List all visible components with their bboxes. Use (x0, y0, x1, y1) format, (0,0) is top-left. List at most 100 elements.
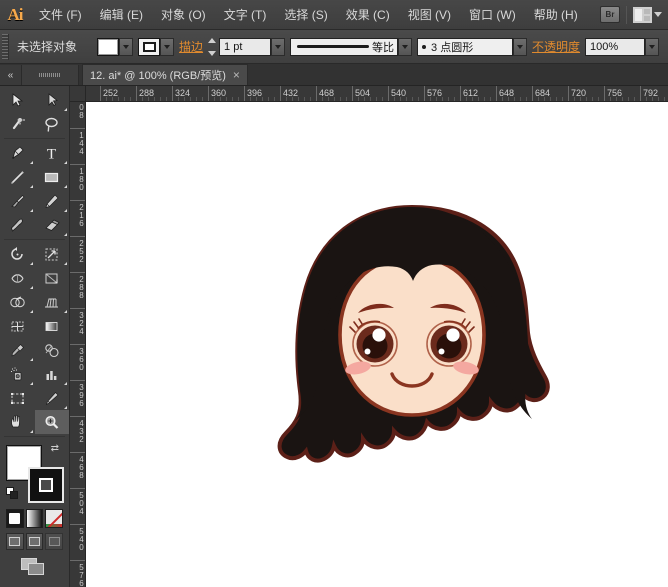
tool-gradient[interactable] (35, 314, 70, 338)
fullscreen-mode-button[interactable] (45, 533, 63, 550)
tool-artboard[interactable] (0, 386, 35, 410)
tool-free-transform[interactable] (35, 266, 70, 290)
opacity-panel-link[interactable]: 不透明度 (532, 38, 580, 55)
profile-dropdown-button[interactable] (398, 38, 412, 56)
control-bar-grip[interactable] (2, 34, 9, 60)
stroke-weight-control[interactable]: 1 pt (208, 38, 285, 56)
tool-rotate[interactable] (0, 242, 35, 266)
vertical-ruler[interactable]: 1081441802162522883243603964324685045405… (70, 86, 86, 587)
ruler-minor-tick (190, 97, 191, 101)
tool-direct-selection[interactable] (35, 88, 70, 112)
tool-mesh[interactable] (0, 314, 35, 338)
brush-definition-field[interactable]: 3 点圆形 (417, 38, 513, 56)
menu-item-effect[interactable]: 效果 (C) (337, 0, 399, 30)
tool-perspective-grid[interactable] (35, 290, 70, 314)
ruler-minor-tick (166, 97, 167, 101)
ruler-minor-tick (430, 97, 431, 101)
ruler-label: 684 (532, 89, 550, 98)
tool-line-segment[interactable] (0, 165, 35, 189)
fill-dropdown-button[interactable] (119, 38, 133, 56)
tool-paintbrush[interactable] (0, 189, 35, 213)
tool-hand[interactable] (0, 410, 35, 434)
change-screen-mode-icon[interactable] (21, 558, 49, 578)
tool-lasso[interactable] (35, 112, 70, 136)
menu-item-window[interactable]: 窗口 (W) (460, 0, 525, 30)
menu-item-edit[interactable]: 编辑 (E) (91, 0, 152, 30)
ruler-label: 288 (136, 89, 154, 98)
tool-eraser[interactable] (35, 213, 70, 237)
menu-item-select[interactable]: 选择 (S) (275, 0, 336, 30)
tool-rectangle[interactable] (35, 165, 70, 189)
brush-definition-control[interactable]: 3 点圆形 (417, 38, 527, 56)
tool-eyedropper[interactable] (0, 338, 35, 362)
stroke-color-control[interactable] (138, 38, 174, 56)
menu-item-help[interactable]: 帮助 (H) (525, 0, 587, 30)
ruler-minor-tick (586, 97, 587, 101)
menu-item-file[interactable]: 文件 (F) (30, 0, 91, 30)
cartoon-girl-face-artwork[interactable] (262, 201, 562, 484)
tool-type[interactable]: T (35, 141, 70, 165)
none-mode-button[interactable] (45, 509, 63, 528)
tool-symbol-sprayer[interactable] (0, 362, 35, 386)
ruler-minor-tick (664, 97, 665, 101)
dock-grip[interactable] (22, 65, 79, 85)
default-fill-stroke-icon[interactable] (6, 487, 19, 500)
tool-flyout-indicator (30, 382, 33, 385)
stroke-swatch[interactable] (138, 38, 160, 56)
ruler-label: 288 (71, 275, 85, 299)
normal-screen-mode-button[interactable] (6, 533, 24, 550)
tool-slice[interactable] (35, 386, 70, 410)
swap-fill-stroke-icon[interactable]: ⇄ (51, 443, 59, 454)
fullscreen-menubar-mode-button[interactable] (26, 533, 44, 550)
variable-width-profile-field[interactable]: 等比 (290, 38, 398, 56)
tool-width[interactable] (0, 266, 35, 290)
tool-blend[interactable] (35, 338, 70, 362)
tool-selection[interactable] (0, 88, 35, 112)
tool-column-graph[interactable] (35, 362, 70, 386)
color-mode-button[interactable] (6, 509, 24, 528)
document-tab[interactable]: 12. ai* @ 100% (RGB/预览) × (82, 64, 248, 85)
ruler-minor-tick (214, 97, 215, 101)
gradient-mode-button[interactable] (26, 509, 44, 528)
tool-blob-brush[interactable] (0, 213, 35, 237)
stroke-weight-stepper[interactable] (208, 38, 219, 56)
chevron-down-icon (517, 45, 523, 49)
stroke-color-swatch[interactable] (28, 467, 64, 503)
arrange-documents-button[interactable] (633, 7, 662, 23)
ruler-minor-tick (286, 97, 287, 101)
fill-swatch[interactable] (97, 38, 119, 56)
tool-scale[interactable] (35, 242, 70, 266)
close-icon[interactable]: × (233, 69, 240, 81)
horizontal-ruler[interactable]: 2522883243603964324685045405766126486847… (86, 86, 668, 102)
menu-item-object[interactable]: 对象 (O) (152, 0, 215, 30)
menu-item-view[interactable]: 视图 (V) (399, 0, 460, 30)
menu-item-type[interactable]: 文字 (T) (215, 0, 276, 30)
tool-shape-builder[interactable] (0, 290, 35, 314)
ruler-origin-box[interactable] (70, 86, 86, 102)
variable-width-profile-control[interactable]: 等比 (290, 38, 412, 56)
brush-dropdown-button[interactable] (513, 38, 527, 56)
stroke-weight-input[interactable]: 1 pt (219, 38, 271, 56)
ruler-minor-tick (298, 97, 299, 101)
tool-flyout-indicator (64, 310, 67, 313)
ruler-label: 432 (71, 419, 85, 443)
ruler-label: 540 (71, 527, 85, 551)
artboard-canvas[interactable] (86, 102, 668, 587)
collapse-panel-button[interactable]: « (0, 65, 22, 85)
bridge-icon[interactable]: Br (600, 6, 620, 23)
stroke-dropdown-button[interactable] (160, 38, 174, 56)
stroke-weight-dropdown-button[interactable] (271, 38, 285, 56)
tool-pencil[interactable] (35, 189, 70, 213)
ruler-label: 180 (71, 167, 85, 191)
ruler-minor-tick (184, 97, 185, 101)
ruler-minor-tick (550, 97, 551, 101)
opacity-dropdown-button[interactable] (645, 38, 659, 56)
tool-zoom[interactable] (35, 410, 70, 434)
stroke-panel-link[interactable]: 描边 (179, 38, 203, 55)
fill-color-control[interactable] (97, 38, 133, 56)
tool-pen[interactable] (0, 141, 35, 165)
tool-magic-wand[interactable] (0, 112, 35, 136)
opacity-control[interactable]: 100% (585, 38, 659, 56)
ruler-minor-tick (112, 97, 113, 101)
opacity-input[interactable]: 100% (585, 38, 645, 56)
